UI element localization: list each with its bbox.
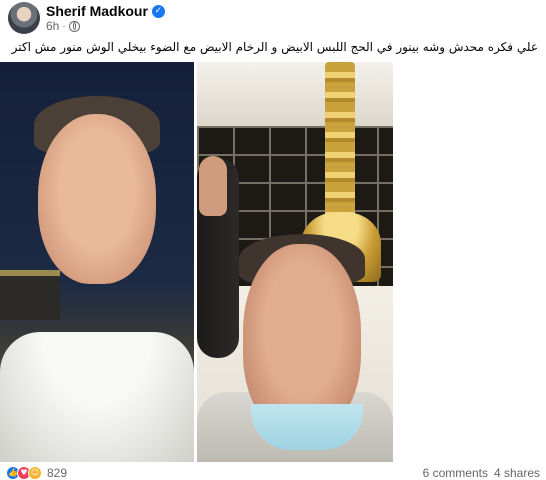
post-header: Sherif Madkour ✓ 6h · bbox=[8, 2, 538, 36]
face bbox=[38, 114, 156, 284]
author-name[interactable]: Sherif Madkour bbox=[46, 3, 148, 19]
verified-badge-icon: ✓ bbox=[151, 4, 165, 18]
post-meta: 6h · bbox=[46, 19, 80, 33]
gold-pillar bbox=[325, 62, 355, 232]
author-row: Sherif Madkour ✓ bbox=[46, 2, 165, 20]
white-robe bbox=[0, 332, 194, 462]
time-separator: · bbox=[62, 20, 66, 32]
raised-hand bbox=[199, 156, 227, 216]
kaaba-corner bbox=[0, 270, 60, 320]
globe-icon[interactable] bbox=[68, 20, 80, 32]
post-time[interactable]: 6h bbox=[46, 19, 59, 33]
post-footer: 👍 ♥ ☺ 829 6 comments 4 shares bbox=[0, 466, 546, 480]
photo-left[interactable] bbox=[0, 62, 194, 462]
ceiling bbox=[197, 62, 393, 126]
post-caption: علي فكره محدش وشه بينور في الحج اللبس ال… bbox=[11, 40, 538, 54]
photo-grid bbox=[0, 62, 546, 462]
avatar[interactable] bbox=[8, 2, 40, 34]
photo-right[interactable] bbox=[197, 62, 393, 462]
